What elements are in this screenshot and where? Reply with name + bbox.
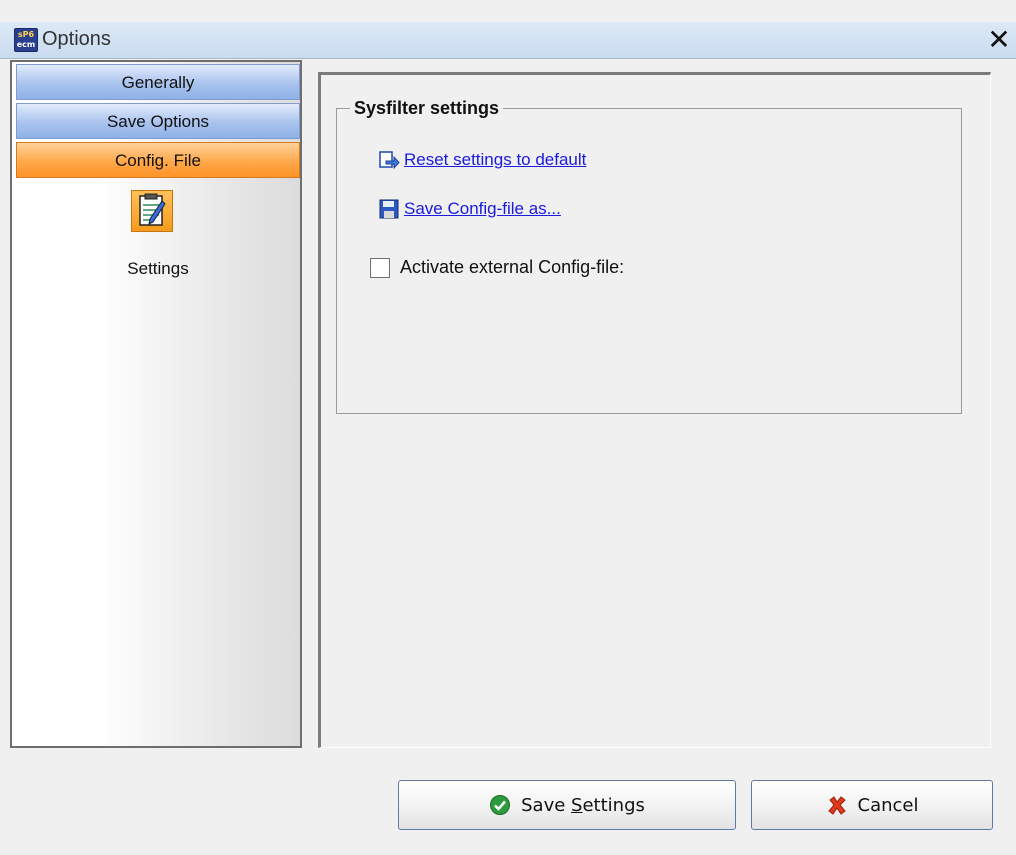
sidebar: Generally Save Options Config. File Sett…	[10, 60, 302, 748]
settings-page-label: Settings	[127, 259, 189, 278]
activate-external-config-label: Activate external Config-file:	[400, 257, 625, 277]
settings-page-button[interactable]	[131, 190, 173, 232]
save-settings-button[interactable]: Save Settings	[398, 780, 736, 830]
save-config-file-link[interactable]: Save Config-file as...	[378, 197, 561, 221]
activate-external-config-checkbox-row[interactable]: Activate external Config-file:	[370, 257, 624, 278]
window-title: Options	[42, 28, 111, 50]
sidebar-item-generally[interactable]: Generally	[16, 64, 300, 100]
sidebar-item-label: Config. File	[115, 151, 201, 170]
save-config-file-label: Save Config-file as...	[404, 199, 561, 218]
app-icon-text-top: sP6	[17, 30, 35, 39]
sidebar-item-save-options[interactable]: Save Options	[16, 103, 300, 139]
save-settings-label: Save Settings	[521, 794, 645, 816]
notepad-icon	[139, 193, 166, 226]
sidebar-item-label: Generally	[121, 73, 195, 92]
activate-external-config-checkbox[interactable]	[370, 257, 390, 278]
cancel-label: Cancel	[857, 794, 919, 816]
app-icon-text-bottom: ecm	[16, 40, 36, 49]
group-title: Sysfilter settings	[350, 98, 504, 119]
cancel-button[interactable]: Cancel	[751, 780, 993, 830]
reset-settings-label: Reset settings to default	[404, 150, 587, 169]
floppy-icon	[379, 199, 399, 219]
app-icon: sP6 ecm	[14, 28, 38, 52]
x-icon	[827, 796, 846, 815]
close-button[interactable]: ✕	[982, 22, 1016, 58]
check-icon	[490, 795, 511, 815]
reset-settings-link[interactable]: Reset settings to default	[378, 148, 586, 172]
close-icon: ✕	[987, 23, 1011, 56]
sidebar-item-label: Save Options	[106, 112, 210, 131]
sidebar-item-config-file[interactable]: Config. File	[16, 142, 300, 178]
reset-icon	[379, 151, 400, 170]
title-bar: sP6 ecm Options ✕	[0, 22, 1016, 59]
